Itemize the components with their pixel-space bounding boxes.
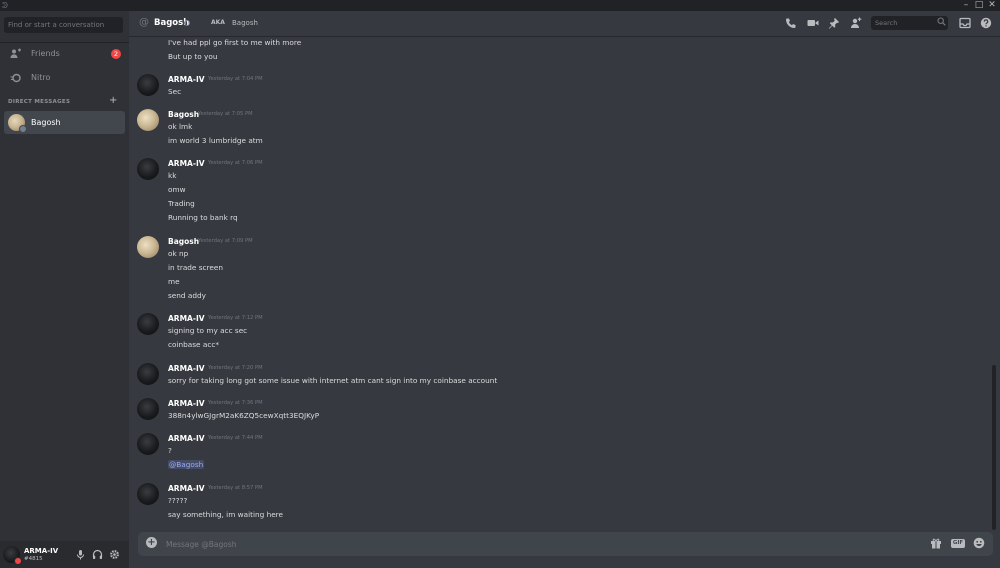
message-text: im world 3 lumbridge atm <box>168 136 263 145</box>
dm-item-bagosh[interactable]: Bagosh <box>4 111 125 134</box>
emoji-icon[interactable] <box>972 537 985 550</box>
video-call-icon[interactable] <box>807 17 819 29</box>
headphones-icon[interactable] <box>92 549 103 560</box>
user-panel: ARMA-IV #4815 <box>0 541 129 568</box>
message-author[interactable]: Bagosh <box>168 236 199 247</box>
gif-button[interactable]: GIF <box>951 539 965 548</box>
pinned-messages-icon[interactable] <box>828 17 840 29</box>
dm-item-label: Bagosh <box>31 118 61 127</box>
dm-sidebar: Friends 2 Nitro DIRECT MESSAGES + Bagosh <box>0 11 129 568</box>
message-text: 388n4ylwGJgrM2aK6ZQ5cewXqtt3EQJKyP <box>168 411 320 420</box>
message-author[interactable]: ARMA-IV <box>168 313 205 324</box>
avatar[interactable] <box>137 398 159 420</box>
app-logo-icon: ᕲ <box>2 1 8 10</box>
avatar[interactable] <box>137 236 159 258</box>
avatar[interactable] <box>137 483 159 505</box>
direct-messages-header: DIRECT MESSAGES <box>8 99 71 105</box>
create-dm-button[interactable]: + <box>109 96 117 106</box>
at-sign-icon: @ <box>139 17 149 28</box>
dnd-status-icon <box>14 557 22 565</box>
avatar[interactable] <box>137 433 159 455</box>
message-text: ????? <box>168 496 188 505</box>
avatar[interactable] <box>137 313 159 335</box>
search-icon <box>935 17 947 29</box>
message-composer: + GIF <box>138 532 993 556</box>
message-text-wrapper: @Bagosh <box>168 459 205 470</box>
message-timestamp: Yesterday at 7:06 PM <box>208 160 263 166</box>
message-text: ? <box>168 446 172 455</box>
sidebar-item-friends[interactable]: Friends 2 <box>4 43 125 65</box>
message-text: in trade screen <box>168 263 224 272</box>
message-timestamp: Yesterday at 7:36 PM <box>208 400 263 406</box>
message-timestamp: Yesterday at 7:09 PM <box>198 238 253 244</box>
inbox-icon[interactable] <box>959 17 971 29</box>
avatar[interactable] <box>137 109 159 131</box>
message-text: omw <box>168 185 186 194</box>
avatar[interactable] <box>137 158 159 180</box>
message-author[interactable]: ARMA-IV <box>168 398 205 409</box>
add-friend-to-dm-icon[interactable] <box>850 17 862 29</box>
message-timestamp: Yesterday at 8:57 PM <box>208 485 263 491</box>
gift-icon[interactable] <box>929 537 942 550</box>
message-text: kk <box>168 171 177 180</box>
message-scrollbar[interactable] <box>992 365 996 530</box>
microphone-icon[interactable] <box>75 549 86 560</box>
window-titlebar: ᕲ – □ ✕ <box>0 0 1000 11</box>
sidebar-item-nitro[interactable]: Nitro <box>4 67 125 89</box>
message-author[interactable]: ARMA-IV <box>168 158 205 169</box>
user-discriminator: #4815 <box>24 556 43 562</box>
message-input[interactable] <box>166 537 866 551</box>
message-list: I've had ppl go first to me with more Bu… <box>129 37 1000 532</box>
nitro-icon <box>10 72 22 84</box>
message-text: say something, im waiting here <box>168 510 284 519</box>
message-author[interactable]: ARMA-IV <box>168 483 205 494</box>
message-text: ok lmk <box>168 122 193 131</box>
message-timestamp: Yesterday at 7:05 PM <box>198 111 253 117</box>
message-text: Trading <box>168 199 195 208</box>
message-timestamp: Yesterday at 7:12 PM <box>208 315 263 321</box>
message-text: I've had ppl go first to me with more <box>168 38 302 47</box>
message-text: Sec <box>168 87 182 96</box>
user-mention[interactable]: @Bagosh <box>168 460 205 469</box>
upload-plus-icon[interactable]: + <box>146 537 157 548</box>
message-author[interactable]: Bagosh <box>168 109 199 120</box>
avatar[interactable] <box>137 363 159 385</box>
message-text: me <box>168 277 180 286</box>
message-timestamp: Yesterday at 7:20 PM <box>208 365 263 371</box>
aka-name: Bagosh <box>232 19 258 27</box>
message-author[interactable]: ARMA-IV <box>168 363 205 374</box>
offline-status-icon <box>184 20 190 26</box>
help-icon[interactable] <box>980 17 992 29</box>
message-text: coinbase acc* <box>168 340 219 349</box>
username: ARMA-IV <box>24 547 59 555</box>
message-text: But up to you <box>168 52 218 61</box>
friends-request-badge: 2 <box>111 49 121 59</box>
sidebar-item-label: Nitro <box>31 73 51 82</box>
message-text: signing to my acc sec <box>168 326 248 335</box>
message-text: ok np <box>168 249 189 258</box>
sidebar-item-label: Friends <box>31 49 60 58</box>
close-window-button[interactable]: ✕ <box>984 0 1000 11</box>
message-text: sorry for taking long got some issue wit… <box>168 376 498 385</box>
aka-label: AKA <box>211 19 225 26</box>
friends-icon <box>10 48 22 60</box>
message-author[interactable]: ARMA-IV <box>168 433 205 444</box>
message-timestamp: Yesterday at 7:44 PM <box>208 435 263 441</box>
voice-call-icon[interactable] <box>785 17 797 29</box>
message-timestamp: Yesterday at 7:04 PM <box>208 76 263 82</box>
message-text: Running to bank rq <box>168 213 238 222</box>
message-author[interactable]: ARMA-IV <box>168 74 205 85</box>
channel-header: @ Bagosh AKA Bagosh <box>129 11 1000 37</box>
gear-icon[interactable] <box>109 549 120 560</box>
find-conversation-input[interactable] <box>4 17 123 33</box>
message-text: send addy <box>168 291 206 300</box>
avatar[interactable] <box>137 74 159 96</box>
offline-status-icon <box>19 125 27 133</box>
